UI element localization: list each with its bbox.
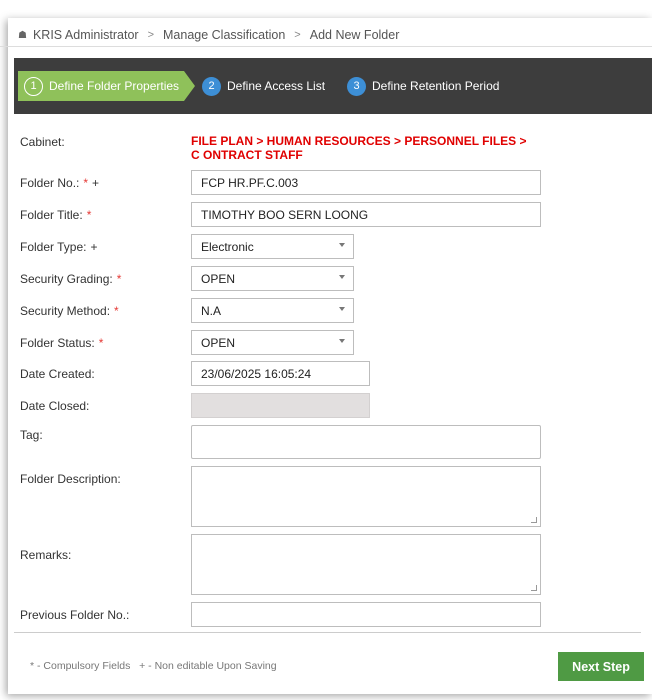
cabinet-path: FILE PLAN > HUMAN RESOURCES > PERSONNEL … [191, 134, 527, 162]
folder-status-select[interactable]: OPEN [191, 330, 354, 355]
wizard-step-define-folder-properties[interactable]: 1 Define Folder Properties [18, 71, 195, 101]
step-number: 1 [24, 76, 43, 96]
required-marker: * [114, 304, 119, 318]
tag-input[interactable] [191, 425, 541, 459]
chevron-down-icon [339, 275, 345, 279]
required-marker: * [98, 336, 104, 350]
non-editable-marker: + [90, 240, 98, 254]
folder-type-label: Folder Type: + [20, 240, 98, 254]
remarks-textarea[interactable] [191, 534, 541, 595]
date-closed-label: Date Closed: [20, 399, 90, 413]
wizard-steps: 1 Define Folder Properties 2 Define Acce… [14, 58, 652, 114]
breadcrumb: ☗ KRIS Administrator > Manage Classifica… [18, 28, 399, 42]
non-editable-marker: + [92, 176, 100, 190]
resize-handle-icon[interactable] [531, 585, 537, 591]
folder-no-input[interactable]: FCP HR.PF.C.003 [191, 170, 541, 195]
remarks-label: Remarks: [20, 548, 72, 562]
step-label: Define Access List [227, 79, 326, 93]
breadcrumb-separator: > [147, 29, 154, 41]
folder-type-select[interactable]: Electronic [191, 234, 354, 259]
folder-status-label: Folder Status: * [20, 336, 104, 350]
breadcrumb-separator: > [294, 29, 301, 41]
divider [14, 632, 641, 633]
tag-label: Tag: [20, 428, 43, 442]
date-created-input[interactable]: 23/06/2025 16:05:24 [191, 361, 370, 386]
home-icon[interactable]: ☗ [18, 30, 27, 41]
breadcrumb-item-kris-administrator[interactable]: KRIS Administrator [33, 28, 139, 42]
breadcrumb-item-add-new-folder: Add New Folder [309, 28, 400, 42]
wizard-step-define-access-list[interactable]: 2 Define Access List [202, 71, 325, 101]
folder-description-label: Folder Description: [20, 472, 121, 486]
folder-title-input[interactable]: TIMOTHY BOO SERN LOONG [191, 202, 541, 227]
step-number: 3 [347, 76, 366, 96]
resize-handle-icon[interactable] [531, 517, 537, 523]
step-label: Define Folder Properties [49, 79, 180, 93]
step-number: 2 [202, 76, 221, 96]
wizard-step-define-retention-period[interactable]: 3 Define Retention Period [347, 71, 499, 101]
date-closed-input [191, 393, 370, 418]
security-grading-label: Security Grading: * [20, 272, 122, 286]
breadcrumb-item-manage-classification[interactable]: Manage Classification [163, 28, 285, 42]
previous-folder-no-label: Previous Folder No.: [20, 608, 130, 622]
security-method-label: Security Method: * [20, 304, 119, 318]
field-legend: * - Compulsory Fields + - Non editable U… [30, 660, 277, 672]
cabinet-label: Cabinet: [20, 135, 65, 149]
previous-folder-no-input[interactable] [191, 602, 541, 627]
chevron-down-icon [339, 339, 345, 343]
folder-title-label: Folder Title: * [20, 208, 92, 222]
date-created-label: Date Created: [20, 367, 95, 381]
divider [0, 46, 8, 47]
chevron-down-icon [339, 243, 345, 247]
security-method-select[interactable]: N.A [191, 298, 354, 323]
chevron-down-icon [339, 307, 345, 311]
folder-description-textarea[interactable] [191, 466, 541, 527]
required-marker: * [86, 208, 92, 222]
next-step-button[interactable]: Next Step [558, 652, 644, 681]
step-label: Define Retention Period [372, 79, 500, 93]
folder-no-label: Folder No.: * + [20, 176, 100, 190]
security-grading-select[interactable]: OPEN [191, 266, 354, 291]
divider [8, 46, 652, 47]
required-marker: * [83, 176, 89, 190]
required-marker: * [116, 272, 122, 286]
